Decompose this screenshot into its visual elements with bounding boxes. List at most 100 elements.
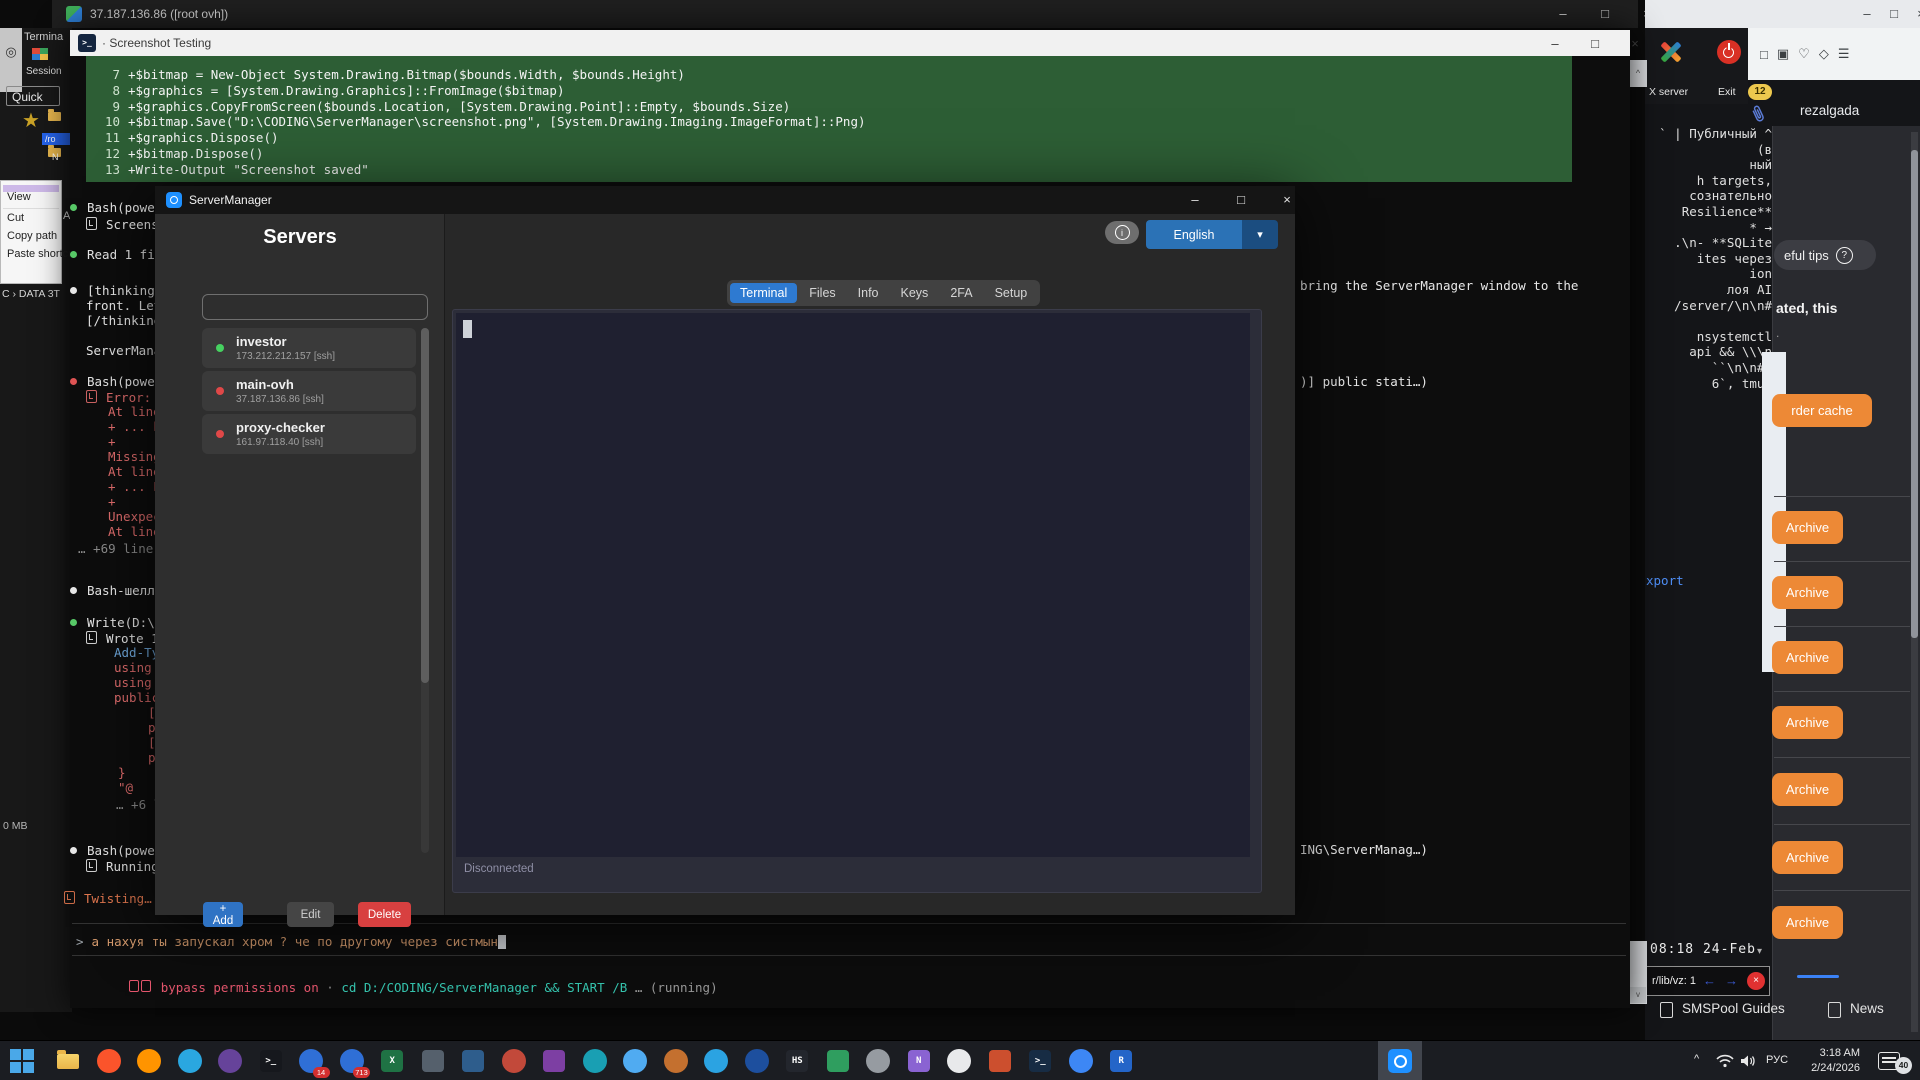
archive-button[interactable]: Archive [1772,511,1843,544]
taskbar-item-compass-app[interactable] [737,1041,778,1080]
taskbar-item-edge[interactable] [170,1041,211,1080]
maximize-icon[interactable]: □ [1590,6,1620,21]
taskbar-item-server-manager[interactable] [1378,1041,1422,1080]
x-server-label[interactable]: X server [1649,86,1688,98]
tab-keys[interactable]: Keys [891,283,939,303]
taskbar-item-purple-app[interactable] [534,1041,575,1080]
minimize-icon[interactable]: – [1548,6,1578,21]
minimize-icon[interactable]: – [1540,36,1570,51]
server-item-proxy-checker[interactable]: proxy-checker161.97.118.40 [ssh] [202,414,416,454]
notification-count-badge[interactable]: 40 [1895,1057,1912,1074]
useful-tips-button[interactable]: eful tips ? [1774,240,1876,270]
edit-server-button[interactable]: Edit [287,902,334,927]
maximize-icon[interactable]: □ [1580,36,1610,51]
archive-button[interactable]: Archive [1772,906,1843,939]
maximize-icon[interactable]: □ [1226,192,1256,207]
taskbar-item-media-app[interactable] [494,1041,535,1080]
breadcrumb[interactable]: C › DATA 3T [2,288,60,300]
close-icon[interactable]: × [1272,192,1302,207]
tree-selected-item[interactable]: /ro [42,133,72,145]
taskbar-item-remote-app-2[interactable]: 713 [332,1041,373,1080]
taskbar-item-utility-app[interactable] [413,1041,454,1080]
language-dropdown[interactable]: English ▾ [1146,220,1278,249]
start-button[interactable] [10,1049,34,1073]
taskbar-item-chat-app[interactable] [1061,1041,1102,1080]
info-button[interactable]: i [1105,221,1139,244]
add-server-button[interactable]: + Add [203,902,243,927]
taskbar-item-r-app[interactable]: R [1101,1041,1142,1080]
export-link-fragment[interactable]: xport [1646,573,1684,588]
taskbar-item-spreadsheet[interactable]: X [372,1041,413,1080]
chevron-down-icon[interactable]: ▾ [1757,946,1762,957]
context-menu-item-view[interactable]: View [7,191,31,203]
restore-icon[interactable]: □ [1879,6,1909,21]
context-menu-item-copy-path[interactable]: Copy path [7,230,57,242]
order-cache-button[interactable]: rder cache [1772,394,1872,427]
taskbar-item-notepad-plus-plus[interactable]: N [899,1041,940,1080]
server-search-input[interactable] [202,294,428,320]
taskbar-item-telegram[interactable] [696,1041,737,1080]
tab-setup[interactable]: Setup [985,283,1038,303]
account-name[interactable]: rezalgada [1800,103,1859,118]
wifi-icon[interactable] [1716,1054,1734,1073]
archive-button[interactable]: Archive [1772,773,1843,806]
session-icon[interactable] [32,48,48,60]
taskbar-item-teal-app[interactable] [575,1041,616,1080]
tab-count-badge[interactable]: 12 [1748,84,1772,100]
sidebar-scrollbar-thumb[interactable] [421,328,429,683]
context-menu-item-cut[interactable]: Cut [7,212,24,224]
archive-button[interactable]: Archive [1772,841,1843,874]
archive-button[interactable]: Archive [1772,706,1843,739]
taskbar-item-browser-alt[interactable] [656,1041,697,1080]
menu-fragment[interactable]: Termina [24,31,63,43]
volume-icon[interactable] [1740,1054,1758,1073]
close-icon[interactable]: × [1620,36,1650,51]
archive-button[interactable]: Archive [1772,641,1843,674]
taskbar-item-photos-app[interactable] [818,1041,859,1080]
taskbar-item-color-app[interactable] [980,1041,1021,1080]
window-icon[interactable]: □ [1760,47,1768,62]
server-item-investor[interactable]: investor173.212.212.157 [ssh] [202,328,416,368]
taskbar-item-firefox[interactable] [129,1041,170,1080]
taskbar-item-terminal[interactable]: >_ [251,1041,292,1080]
taskbar-item-brave[interactable] [89,1041,130,1080]
keyboard-language[interactable]: РУС [1766,1054,1788,1066]
x-server-icon[interactable] [1659,40,1683,64]
taskbar-item-monitor-app[interactable] [453,1041,494,1080]
menu-icon[interactable]: ☰ [1838,46,1850,62]
extension-icon[interactable]: ◇ [1819,46,1829,62]
close-icon[interactable]: × [1747,972,1765,990]
link-smspool-guides[interactable]: SMSPool Guides [1682,1001,1785,1016]
exit-label[interactable]: Exit [1718,86,1736,98]
archive-button[interactable]: Archive [1772,576,1843,609]
favorites-star-icon[interactable]: ★ [22,108,40,133]
taskbar-item-remote-app[interactable]: 14 [291,1041,332,1080]
context-menu-item-paste-shortcut[interactable]: Paste shortcut [7,248,77,260]
arrow-left-icon[interactable]: ← [1703,973,1716,988]
link-news[interactable]: News [1850,1001,1884,1016]
delete-server-button[interactable]: Delete [358,902,411,927]
tray-clock[interactable]: 3:18 AM 2/24/2026 [1798,1046,1860,1076]
server-item-main-ovh[interactable]: main-ovh37.187.136.86 [ssh] [202,371,416,411]
exit-power-icon[interactable] [1717,40,1741,64]
chat-input-line[interactable]: >а нахуя ты запускал хром ? че по другом… [76,932,506,949]
arrow-right-icon[interactable]: → [1725,973,1738,988]
taskbar-item-powershell[interactable]: >_ [1020,1041,1061,1080]
favorites-icon[interactable]: ♡ [1798,46,1810,62]
tab-terminal[interactable]: Terminal [730,283,797,303]
panel-scrollbar-thumb[interactable] [1911,150,1918,638]
taskbar-item-twitter[interactable] [615,1041,656,1080]
tray-expand-icon[interactable]: ^ [1694,1053,1699,1065]
taskbar-item-settings-app[interactable] [858,1041,899,1080]
minimize-icon[interactable]: – [1180,192,1210,207]
folder-icon[interactable] [48,112,61,121]
tab-2fa[interactable]: 2FA [940,283,982,303]
tab-info[interactable]: Info [848,283,889,303]
taskbar-item-hs-app[interactable]: HS [777,1041,818,1080]
quick-connect-fragment[interactable]: Quick [6,86,60,106]
terminal-screen[interactable] [456,313,1250,857]
scrollbar-down-icon[interactable]: v [1630,987,1646,1003]
tab-files[interactable]: Files [799,283,845,303]
taskbar-item-file-explorer[interactable] [48,1041,89,1080]
minimize-icon[interactable]: – [1852,6,1882,21]
